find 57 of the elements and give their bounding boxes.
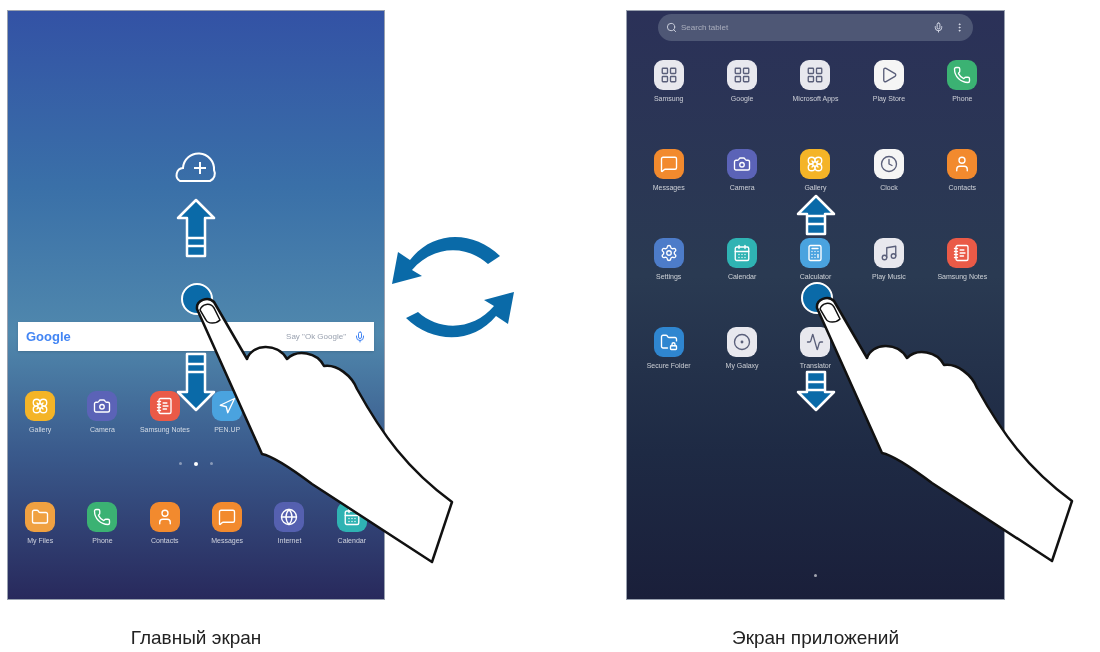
app-icon[interactable]	[653, 238, 684, 268]
page-indicator	[814, 574, 817, 577]
app-icon[interactable]	[727, 238, 758, 268]
phone-icon	[953, 66, 972, 84]
search-icon	[666, 22, 677, 33]
notes-icon	[953, 244, 972, 262]
mic-icon[interactable]	[933, 22, 944, 33]
app-icon[interactable]	[149, 502, 180, 532]
cloud-plus-icon	[175, 152, 216, 182]
up-arrow	[796, 194, 836, 236]
app-icon[interactable]	[800, 149, 831, 179]
down-arrow	[796, 370, 836, 412]
down-arrow	[176, 352, 216, 412]
app-icon[interactable]	[212, 502, 243, 532]
notes-icon	[155, 397, 174, 415]
search-placeholder: Say "Ok Google"	[286, 330, 346, 343]
files-icon	[31, 508, 50, 526]
app-icon[interactable]	[800, 327, 831, 357]
calculator-icon	[806, 244, 825, 262]
app-icon[interactable]	[87, 502, 118, 532]
mic-icon[interactable]	[354, 330, 366, 343]
messages-icon	[218, 508, 237, 526]
gallery-icon	[31, 397, 50, 415]
internet-icon	[280, 508, 299, 526]
camera-icon	[93, 397, 112, 415]
google-logo: Google	[26, 327, 71, 346]
app-icon[interactable]	[727, 60, 758, 90]
app-icon[interactable]	[727, 149, 758, 179]
app-icon[interactable]	[653, 60, 684, 90]
app-icon[interactable]	[274, 502, 305, 532]
search-placeholder: Search tablet	[681, 21, 729, 34]
app-icon[interactable]	[727, 327, 758, 357]
app-icon[interactable]	[873, 60, 904, 90]
calendar-icon	[733, 244, 752, 262]
up-arrow	[176, 198, 216, 258]
caption: Главный экран	[130, 626, 262, 650]
app-icon[interactable]	[947, 149, 978, 179]
app-icon[interactable]	[800, 238, 831, 268]
gallery-icon	[806, 155, 825, 173]
messages-icon	[659, 155, 678, 173]
caption: Экран приложений	[732, 626, 899, 650]
app-icon[interactable]	[653, 149, 684, 179]
search-field[interactable]: Search tablet	[658, 14, 973, 41]
app-icon[interactable]	[800, 60, 831, 90]
calendar-icon	[342, 508, 361, 526]
clock-icon	[879, 155, 898, 173]
music-icon	[879, 244, 898, 262]
app-icon[interactable]	[947, 238, 978, 268]
app-icon[interactable]	[873, 238, 904, 268]
app-icon[interactable]	[25, 502, 56, 532]
phone-icon	[93, 508, 112, 526]
search-bar[interactable]: Google Say "Ok Google"	[18, 322, 374, 351]
app-icon[interactable]	[653, 327, 684, 357]
settings-icon	[659, 244, 678, 262]
app-icon[interactable]	[873, 149, 904, 179]
app-icon[interactable]	[947, 60, 978, 90]
camera-icon	[733, 155, 752, 173]
